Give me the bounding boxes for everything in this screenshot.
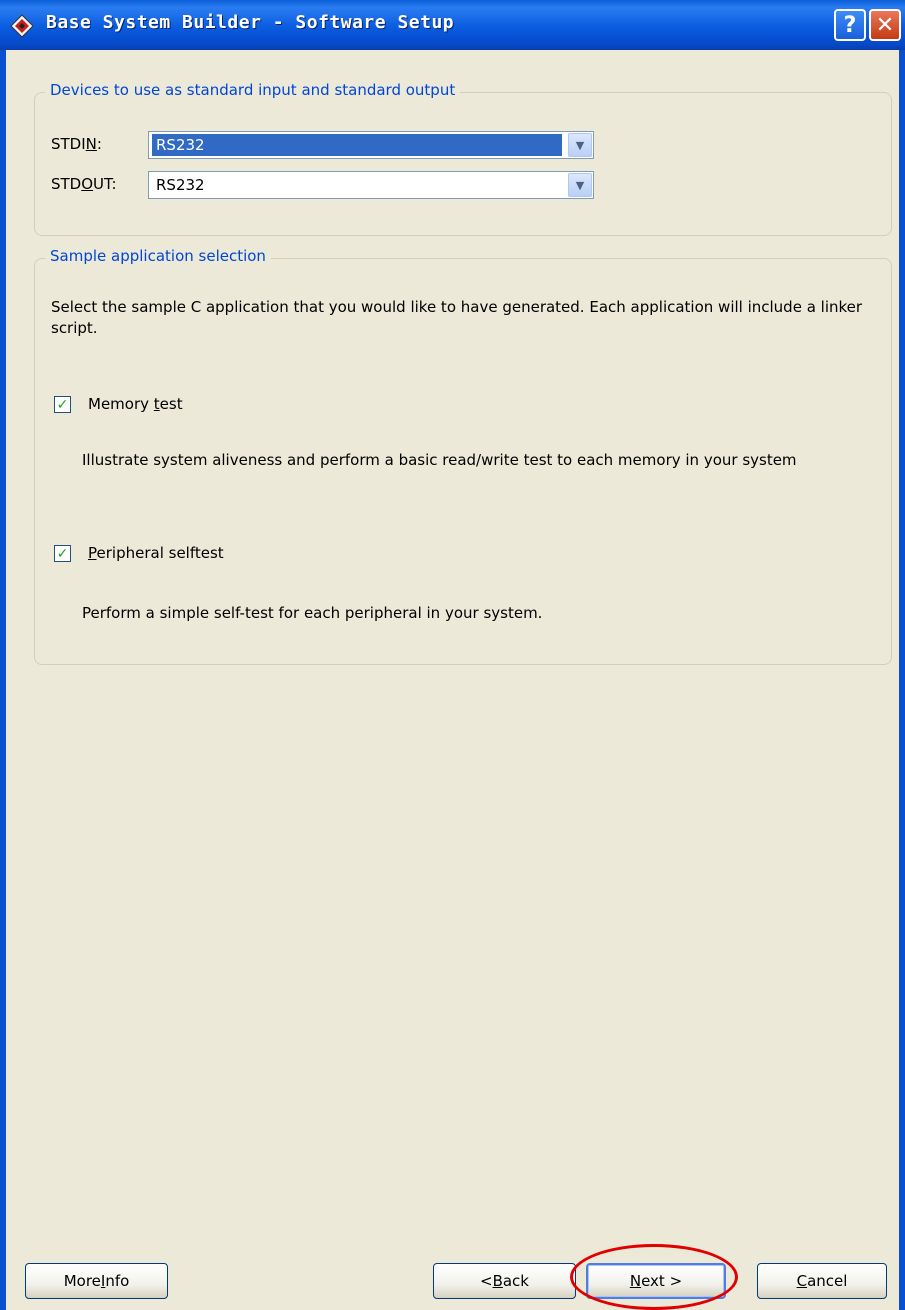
stdin-value: RS232 [152, 134, 562, 156]
stdout-label: STDOUT: [51, 175, 117, 193]
stdin-select[interactable]: RS232 ▼ [148, 131, 594, 159]
window-frame-left [0, 50, 6, 1310]
help-button[interactable]: ? [834, 9, 866, 41]
peripheral-selftest-checkbox[interactable]: ✓ [54, 545, 71, 562]
app-logo-icon [10, 14, 34, 38]
stdio-legend: Devices to use as standard input and sta… [45, 81, 461, 99]
checkmark-icon: ✓ [56, 396, 69, 413]
stdio-groupbox: Devices to use as standard input and sta… [34, 81, 892, 236]
help-icon: ? [843, 12, 857, 38]
chevron-down-icon[interactable]: ▼ [568, 173, 592, 197]
peripheral-selftest-label[interactable]: Peripheral selftest [88, 544, 224, 562]
stdout-value: RS232 [156, 176, 205, 194]
window-frame-right [899, 50, 905, 1310]
close-button[interactable]: ✕ [869, 9, 901, 41]
memory-test-label[interactable]: Memory test [88, 395, 183, 413]
memory-test-checkbox[interactable]: ✓ [54, 396, 71, 413]
checkmark-icon: ✓ [56, 545, 69, 562]
sample-app-legend: Sample application selection [45, 247, 271, 265]
dialog-window: Base System Builder - Software Setup ? ✕… [0, 0, 905, 1310]
chevron-down-icon[interactable]: ▼ [568, 133, 592, 157]
memory-test-description: Illustrate system aliveness and perform … [82, 451, 797, 469]
next-button[interactable]: Next > [586, 1263, 726, 1299]
more-info-button[interactable]: More Info [25, 1263, 168, 1299]
peripheral-selftest-description: Perform a simple self-test for each peri… [82, 604, 543, 622]
cancel-button[interactable]: Cancel [757, 1263, 887, 1299]
stdout-select[interactable]: RS232 ▼ [148, 171, 594, 199]
window-title: Base System Builder - Software Setup [46, 12, 455, 33]
back-button[interactable]: < Back [433, 1263, 576, 1299]
title-bar[interactable]: Base System Builder - Software Setup ? ✕ [0, 0, 905, 50]
sample-app-description: Select the sample C application that you… [51, 298, 863, 337]
close-icon: ✕ [875, 12, 895, 38]
stdin-label: STDIN: [51, 135, 102, 153]
